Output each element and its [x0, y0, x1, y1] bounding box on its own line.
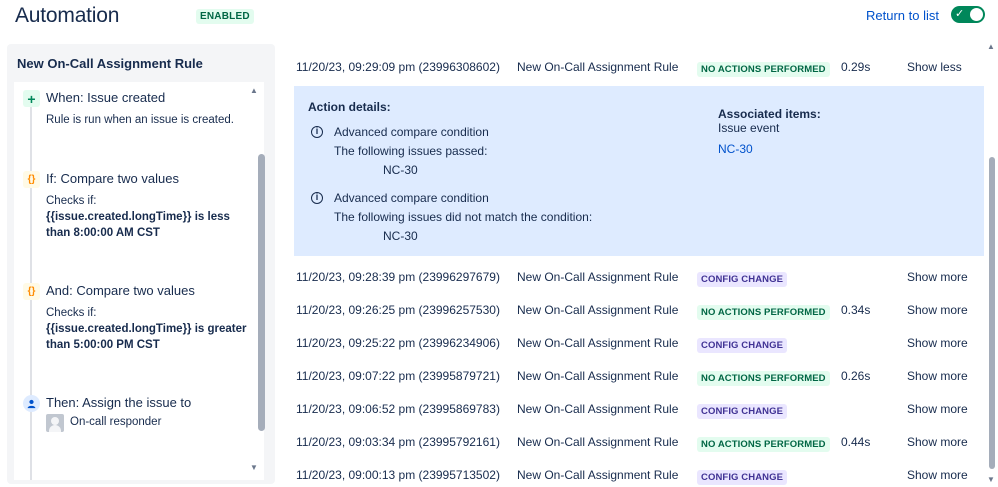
detail-line: The following issues passed: [334, 144, 488, 158]
log-timestamp: 11/20/23, 09:26:25 pm (23996257530) [296, 303, 500, 317]
show-more-button[interactable]: Show more [907, 402, 968, 416]
scrollbar-thumb[interactable] [258, 154, 265, 431]
page-title: Automation [15, 4, 120, 27]
status-badge: CONFIG CHANGE [697, 272, 788, 287]
table-row[interactable]: 11/20/23, 09:00:13 pm (23995713502) New … [294, 468, 984, 487]
status-badge: NO ACTIONS PERFORMED [697, 305, 830, 320]
log-timestamp: 11/20/23, 09:07:22 pm (23995879721) [296, 369, 500, 383]
step-title: When: Issue created [46, 90, 166, 105]
status-badge: CONFIG CHANGE [697, 470, 788, 485]
audit-log: 11/20/23, 09:29:09 pm (23996308602) New … [294, 48, 984, 487]
step-desc-prefix: Checks if: [46, 307, 97, 319]
show-more-button[interactable]: Show more [907, 435, 968, 449]
braces-icon: {} [23, 283, 40, 300]
rule-panel: New On-Call Assignment Rule + When: Issu… [7, 44, 275, 484]
table-row[interactable]: 11/20/23, 09:25:22 pm (23996234906) New … [294, 336, 984, 369]
log-rule-name: New On-Call Assignment Rule [517, 369, 679, 383]
info-icon: i [311, 126, 323, 138]
step-title: Then: Assign the issue to [46, 395, 192, 410]
info-icon: i [311, 192, 323, 204]
scroll-up-arrow-icon[interactable]: ▲ [987, 42, 995, 51]
user-circle-icon [23, 395, 40, 412]
log-duration: 0.26s [841, 369, 871, 383]
show-more-button[interactable]: Show more [907, 369, 968, 383]
table-row[interactable]: 11/20/23, 09:26:25 pm (23996257530) New … [294, 303, 984, 336]
log-duration: 0.34s [841, 303, 871, 317]
status-badge: NO ACTIONS PERFORMED [697, 437, 830, 452]
log-rule-name: New On-Call Assignment Rule [517, 402, 679, 416]
log-rule-name: New On-Call Assignment Rule [517, 270, 679, 284]
detail-line: The following issues did not match the c… [334, 210, 593, 224]
detail-title: Advanced compare condition [334, 191, 489, 205]
status-badge: NO ACTIONS PERFORMED [697, 62, 830, 77]
log-duration: 0.44s [841, 435, 871, 449]
show-more-button[interactable]: Show more [907, 303, 968, 317]
log-rule-name: New On-Call Assignment Rule [517, 336, 679, 350]
table-row[interactable]: 11/20/23, 09:03:34 pm (23995792161) New … [294, 435, 984, 468]
status-badge: ENABLED [196, 9, 254, 24]
table-row[interactable]: 11/20/23, 09:07:22 pm (23995879721) New … [294, 369, 984, 402]
status-badge: NO ACTIONS PERFORMED [697, 371, 830, 386]
associated-items-title: Associated items: [718, 107, 821, 121]
step-desc-prefix: Checks if: [46, 195, 97, 207]
scroll-down-arrow-icon[interactable]: ▼ [987, 475, 995, 484]
log-rule-name: New On-Call Assignment Rule [517, 303, 679, 317]
log-rule-name: New On-Call Assignment Rule [517, 468, 679, 482]
log-rule-name: New On-Call Assignment Rule [517, 435, 679, 449]
step-desc-condition: {{issue.created.longTime}} is greater th… [46, 323, 247, 351]
toggle-knob [970, 8, 983, 21]
assignee-label: On-call responder [70, 416, 162, 428]
step-description: Checks if: {{issue.created.longTime}} is… [46, 193, 256, 241]
associated-issue-link[interactable]: NC-30 [718, 142, 753, 156]
detail-issue: NC-30 [383, 229, 418, 243]
step-description: Rule is run when an issue is created. [46, 114, 234, 126]
show-less-button[interactable]: Show less [907, 60, 962, 74]
status-badge: CONFIG CHANGE [697, 338, 788, 353]
status-badge: CONFIG CHANGE [697, 404, 788, 419]
detail-title: Advanced compare condition [334, 125, 489, 139]
step-title: If: Compare two values [46, 171, 179, 186]
avatar [46, 414, 64, 432]
associated-items-subtitle: Issue event [718, 121, 780, 135]
scroll-down-arrow-icon[interactable]: ▼ [250, 463, 258, 472]
scroll-up-arrow-icon[interactable]: ▲ [250, 86, 258, 95]
log-timestamp: 11/20/23, 09:29:09 pm (23996308602) [296, 60, 500, 74]
step-desc-condition: {{issue.created.longTime}} is less than … [46, 211, 230, 239]
action-details-panel: Action details: i Advanced compare condi… [294, 86, 984, 256]
table-row[interactable]: 11/20/23, 09:06:52 pm (23995869783) New … [294, 402, 984, 435]
log-rule-name: New On-Call Assignment Rule [517, 60, 679, 74]
plus-icon: + [23, 90, 40, 107]
show-more-button[interactable]: Show more [907, 468, 968, 482]
table-row[interactable]: 11/20/23, 09:28:39 pm (23996297679) New … [294, 270, 984, 303]
action-details-header: Action details: [308, 100, 391, 114]
log-timestamp: 11/20/23, 09:28:39 pm (23996297679) [296, 270, 500, 284]
check-icon: ✓ [955, 8, 965, 20]
rule-enabled-toggle[interactable]: ✓ [951, 6, 985, 23]
scrollbar-thumb[interactable] [989, 157, 995, 469]
rule-panel-title: New On-Call Assignment Rule [17, 56, 203, 71]
braces-icon: {} [23, 171, 40, 188]
log-timestamp: 11/20/23, 09:00:13 pm (23995713502) [296, 468, 500, 482]
log-duration: 0.29s [841, 60, 871, 74]
show-more-button[interactable]: Show more [907, 336, 968, 350]
log-timestamp: 11/20/23, 09:03:34 pm (23995792161) [296, 435, 500, 449]
step-description: Checks if: {{issue.created.longTime}} is… [46, 305, 256, 353]
rule-steps-list: + When: Issue created Rule is run when a… [14, 82, 264, 480]
show-more-button[interactable]: Show more [907, 270, 968, 284]
return-to-list-link[interactable]: Return to list [866, 8, 939, 23]
log-timestamp: 11/20/23, 09:25:22 pm (23996234906) [296, 336, 500, 350]
detail-issue: NC-30 [383, 163, 418, 177]
log-timestamp: 11/20/23, 09:06:52 pm (23995869783) [296, 402, 500, 416]
step-title: And: Compare two values [46, 283, 195, 298]
